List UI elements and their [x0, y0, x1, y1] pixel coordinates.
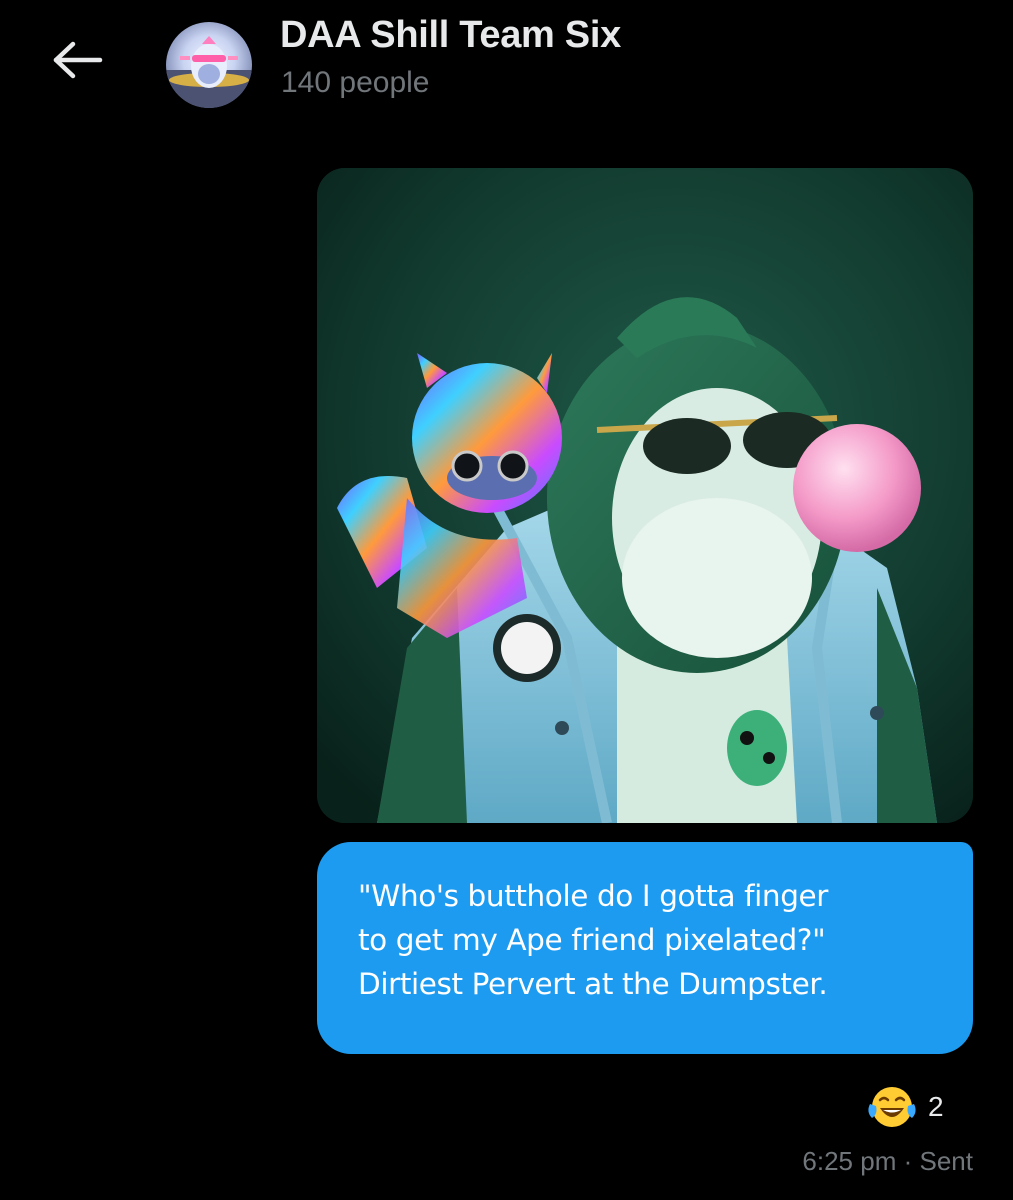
- reaction-count: 2: [928, 1091, 944, 1122]
- reaction-chip[interactable]: 2: [866, 1082, 944, 1132]
- back-button[interactable]: [48, 34, 108, 86]
- image-message[interactable]: [317, 168, 973, 823]
- dm-conversation-screen: DAA Shill Team Six 140 people "Who's but…: [0, 0, 1013, 1200]
- group-avatar[interactable]: [166, 22, 252, 108]
- face-with-tears-of-joy-icon: [868, 1087, 916, 1127]
- text-message-bubble[interactable]: "Who's butthole do I gotta finger to get…: [317, 842, 973, 1054]
- nft-image: [317, 168, 973, 823]
- message-text-line-2: to get my Ape friend pixelated?": [358, 923, 826, 957]
- message-status: Sent: [919, 1146, 974, 1176]
- group-name[interactable]: DAA Shill Team Six: [280, 14, 621, 57]
- message-meta: 6:25 pm · Sent: [802, 1146, 973, 1177]
- arrow-left-icon: [53, 41, 103, 79]
- message-text-line-3: Dirtiest Pervert at the Dumpster.: [358, 967, 828, 1001]
- message-text-line-1: "Who's butthole do I gotta finger: [358, 879, 829, 913]
- message-time: 6:25 pm: [802, 1146, 897, 1176]
- member-count: 140 people: [281, 66, 430, 99]
- meta-separator: ·: [903, 1146, 913, 1176]
- group-avatar-image: [166, 36, 252, 108]
